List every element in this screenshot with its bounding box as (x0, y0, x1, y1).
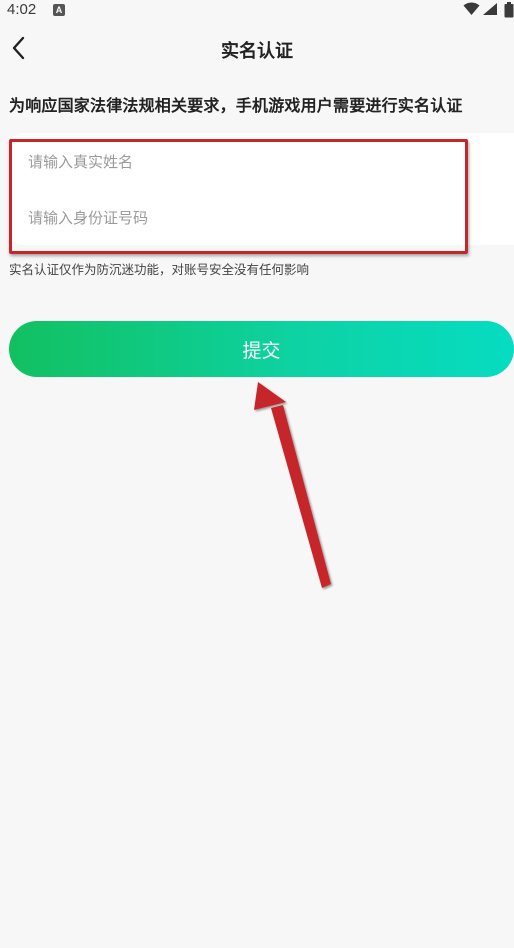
status-time: 4:02 (7, 1, 37, 18)
submit-button[interactable]: 提交 (9, 321, 514, 377)
notice-text: 为响应国家法律法规相关要求，手机游戏用户需要进行实名认证 (9, 96, 463, 115)
wifi-icon (463, 2, 480, 15)
cell-signal-icon (483, 3, 497, 15)
status-bar: 4:02 A (0, 0, 514, 22)
notification-app-icon: A (53, 4, 65, 16)
real-name-input[interactable] (28, 147, 458, 177)
form-card (9, 133, 514, 245)
battery-icon (504, 2, 514, 18)
id-number-input[interactable] (28, 203, 458, 233)
nav-bar: 实名认证 (0, 28, 514, 68)
page-title: 实名认证 (221, 41, 293, 62)
hint-text: 实名认证仅作为防沉迷功能，对账号安全没有任何影响 (9, 262, 310, 277)
